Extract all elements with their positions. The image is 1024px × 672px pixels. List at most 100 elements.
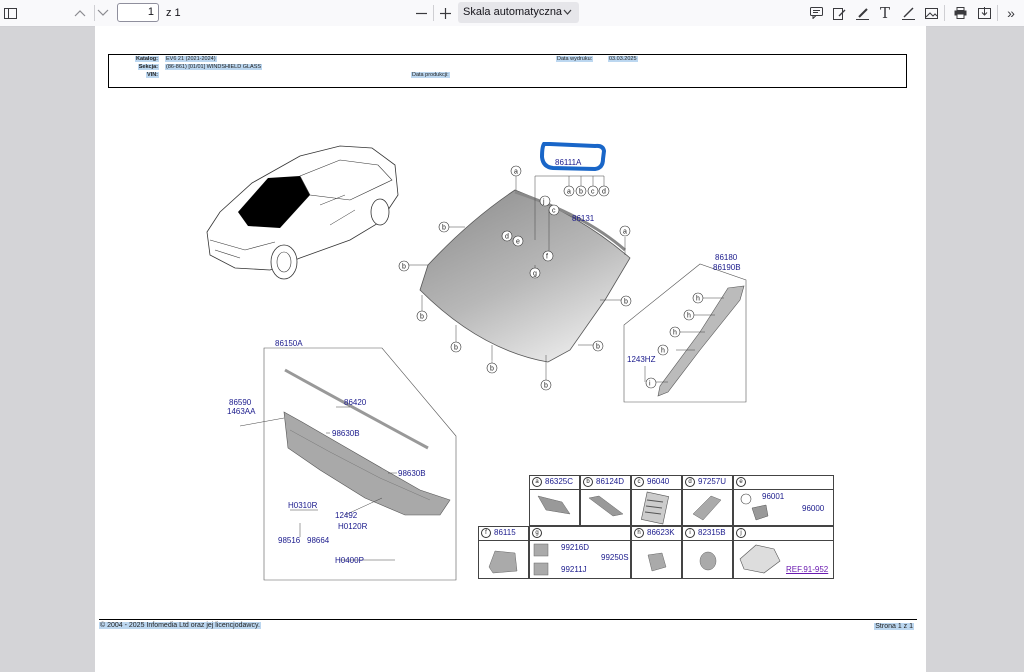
down-icon[interactable] — [93, 3, 113, 23]
part-86190b-label[interactable]: 86190B — [713, 263, 741, 272]
legend-cell-f[interactable]: f 86115 — [478, 526, 529, 579]
copyright-text: © 2004 - 2025 Infomedia Ltd oraz jej lic… — [99, 622, 261, 629]
callout-letter: f — [546, 254, 548, 261]
callout-circle — [539, 195, 551, 207]
legend-letter: g — [532, 527, 542, 538]
callout-letter: b — [402, 264, 406, 271]
legend-cell-a[interactable]: a 86325C — [529, 475, 580, 526]
zoom-select[interactable]: Skala automatyczna — [458, 2, 579, 23]
legend-cell-c[interactable]: c 96040 — [631, 475, 682, 526]
callout-letter: b — [442, 225, 446, 232]
image-icon[interactable] — [921, 3, 941, 23]
callout-letter: b — [420, 314, 424, 321]
pdf-page: Katalog: EV6 21 (2021-2024) Sekcja: (86-… — [95, 26, 926, 672]
sidebar-icon[interactable] — [0, 3, 20, 23]
draw-icon[interactable] — [898, 3, 918, 23]
legend-cell-i[interactable]: i 82315B — [682, 526, 733, 579]
save-icon[interactable] — [974, 3, 994, 23]
legend-letter: c — [634, 476, 644, 487]
callout-circle — [542, 250, 554, 262]
highlight-icon[interactable] — [852, 3, 872, 23]
legend-cell-j[interactable]: j REF.91-952 — [733, 526, 834, 579]
callout-letter: e — [516, 239, 520, 246]
ref-link[interactable]: REF.91-952 — [786, 565, 828, 574]
callout-letter: b — [490, 366, 494, 373]
legend-subpart: 96000 — [802, 504, 825, 513]
part-98516-label[interactable]: 98516 — [278, 536, 301, 545]
callout-letter: a — [623, 229, 627, 236]
callout-letter: h — [687, 313, 691, 320]
part-86180-label[interactable]: 86180 — [715, 253, 738, 262]
legend-letter: i — [685, 527, 695, 538]
car-illustration — [206, 145, 399, 280]
legend-cell-d[interactable]: d 97257U — [682, 475, 733, 526]
legend-part: 86325C — [545, 477, 574, 486]
legend-subpart: 99216D — [561, 543, 590, 552]
part-1463aa-label[interactable]: 1463AA — [227, 407, 256, 416]
legend-part: 96040 — [647, 477, 670, 486]
callout-letter: a — [514, 169, 518, 176]
legend-part: 82315B — [698, 528, 726, 537]
more-icon[interactable]: » — [1001, 3, 1021, 23]
text-icon[interactable]: T — [875, 3, 895, 23]
legend-letter: b — [583, 476, 593, 487]
callout-letter: b — [579, 189, 583, 196]
part-98664-label[interactable]: 98664 — [307, 536, 330, 545]
callout-letter: b — [454, 345, 458, 352]
legend-cell-h[interactable]: h 86623K — [631, 526, 682, 579]
legend-letter: e — [736, 476, 746, 487]
legend-cell-b[interactable]: b 86124D — [580, 475, 631, 526]
callout-circle — [645, 377, 657, 389]
watermark: INFOMEDIA — [470, 359, 529, 369]
part-98630b-label-1[interactable]: 98630B — [332, 429, 360, 438]
page-counter: Strona 1 z 1 — [874, 623, 914, 630]
legend-letter: d — [685, 476, 695, 487]
legend-subpart: 99250S — [601, 553, 629, 562]
part-86420-label[interactable]: 86420 — [344, 398, 367, 407]
part-12492-label[interactable]: 12492 — [335, 511, 358, 520]
legend-part: 97257U — [698, 477, 727, 486]
part-86150a-label[interactable]: 86150A — [275, 339, 303, 348]
legend-letter: j — [736, 527, 746, 538]
chevron-down-icon — [563, 2, 572, 23]
callout-letter: b — [544, 383, 548, 390]
callout-letter: b — [624, 299, 628, 306]
legend-part: 86124D — [596, 477, 625, 486]
legend-cell-e[interactable]: e 96001 96000 — [733, 475, 834, 526]
pdf-toolbar: 1 z 1 Skala automatyczna T » — [0, 0, 1024, 27]
footer-divider — [99, 619, 917, 620]
parts-legend-table: a 86325C b 86124D c 96040 d 97257U e 96001 9… — [478, 475, 834, 579]
part-86131-label[interactable]: 86131 — [572, 214, 595, 223]
callout-letter: c — [591, 189, 595, 196]
callout-letter: g — [533, 271, 537, 278]
callout-letter: d — [505, 234, 509, 241]
legend-letter: a — [532, 476, 542, 487]
legend-letter: h — [634, 527, 644, 538]
legend-cell-g[interactable]: g 99216D 99211J 99250S — [529, 526, 631, 579]
legend-letter: f — [481, 527, 491, 538]
part-h0400p-label[interactable]: H0400P — [335, 556, 364, 565]
part-86590-label[interactable]: 86590 — [229, 398, 252, 407]
zoom-value: Skala automatyczna — [463, 6, 563, 18]
minus-icon[interactable] — [411, 3, 431, 23]
legend-part: 86115 — [494, 528, 516, 537]
part-98630b-label-2[interactable]: 98630B — [398, 469, 426, 478]
callout-letter: c — [552, 208, 556, 215]
part-86111a-label[interactable]: 86111A — [555, 158, 582, 167]
sign-icon[interactable] — [829, 3, 849, 23]
page-number-input[interactable]: 1 — [117, 3, 159, 22]
page-total-label: z 1 — [166, 7, 181, 19]
legend-part: 86623K — [647, 528, 675, 537]
part-1243hz-label[interactable]: 1243HZ — [627, 355, 656, 364]
up-icon[interactable] — [70, 3, 90, 23]
print-icon[interactable] — [950, 3, 970, 23]
part-h0120r-label[interactable]: H0120R — [338, 522, 368, 531]
plus-icon[interactable] — [435, 3, 455, 23]
legend-subpart: 96001 — [762, 492, 785, 501]
part-h0310r-label[interactable]: H0310R — [288, 501, 318, 510]
cowl-panel-group — [263, 347, 457, 581]
callout-letter: h — [661, 348, 665, 355]
comment-icon[interactable] — [806, 3, 826, 23]
callout-letter: d — [602, 189, 606, 196]
pillar-trim — [623, 263, 747, 403]
